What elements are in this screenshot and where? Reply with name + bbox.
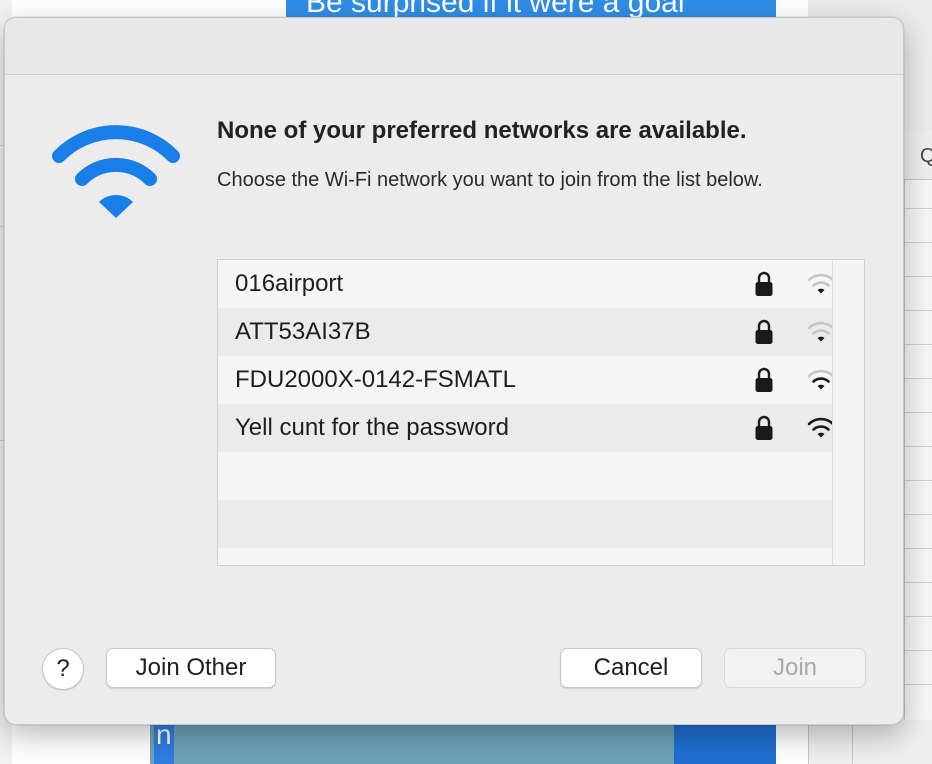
background-grid-line — [904, 276, 932, 277]
scrollbar[interactable] — [832, 260, 864, 565]
background-grid-line — [904, 616, 932, 617]
background-spreadsheet — [904, 130, 932, 764]
empty-row — [218, 500, 832, 548]
lock-icon — [755, 271, 773, 296]
background-grid-line — [904, 446, 932, 447]
background-block — [674, 720, 776, 764]
background-grid-line — [904, 514, 932, 515]
wifi-network-dialog: None of your preferred networks are avai… — [4, 17, 904, 725]
dialog-message: Choose the Wi-Fi network you want to joi… — [217, 169, 763, 191]
join-button[interactable]: Join — [724, 648, 866, 688]
background-grid-line — [904, 548, 932, 549]
empty-row — [218, 452, 832, 500]
network-row[interactable]: ATT53AI37B — [218, 308, 835, 356]
background-grid-line — [852, 720, 853, 764]
background-grid-line — [904, 412, 932, 413]
empty-row — [218, 548, 832, 565]
network-rows: 016airport ATT53AI37B FDU2000X-0142-FSMA… — [218, 260, 835, 565]
network-name: FDU2000X-0142-FSMATL — [235, 366, 516, 393]
background-block — [150, 720, 678, 764]
background-grid-line — [904, 582, 932, 583]
lock-icon — [755, 319, 773, 344]
dialog-titlebar — [5, 18, 903, 75]
background-grid-line — [904, 480, 932, 481]
background-text-fragment: n — [154, 720, 174, 764]
background-grid-line — [904, 378, 932, 379]
background-grid-line — [904, 344, 932, 345]
background-grid-line — [904, 684, 932, 685]
background-grid-line — [904, 310, 932, 311]
lock-icon — [755, 415, 773, 440]
network-name: ATT53AI37B — [235, 318, 371, 345]
network-row[interactable]: 016airport — [218, 260, 835, 308]
help-button[interactable]: ? — [42, 648, 84, 690]
background-grid — [808, 720, 932, 764]
wifi-icon — [52, 125, 180, 218]
cancel-button[interactable]: Cancel — [560, 648, 702, 688]
network-name: 016airport — [235, 270, 344, 297]
network-list[interactable]: 016airport ATT53AI37B FDU2000X-0142-FSMA… — [217, 259, 865, 566]
join-other-button[interactable]: Join Other — [106, 648, 276, 688]
background-grid-line — [904, 242, 932, 243]
dialog-headline: None of your preferred networks are avai… — [217, 117, 747, 144]
network-row[interactable]: FDU2000X-0142-FSMATL — [218, 356, 835, 404]
network-row[interactable]: Yell cunt for the password — [218, 404, 835, 452]
lock-icon — [755, 367, 773, 392]
background-column-header: Q — [904, 130, 932, 180]
network-name: Yell cunt for the password — [235, 414, 509, 441]
background-column-header-text: Q — [920, 145, 932, 168]
background-grid-line — [904, 650, 932, 651]
background-grid-line — [904, 208, 932, 209]
